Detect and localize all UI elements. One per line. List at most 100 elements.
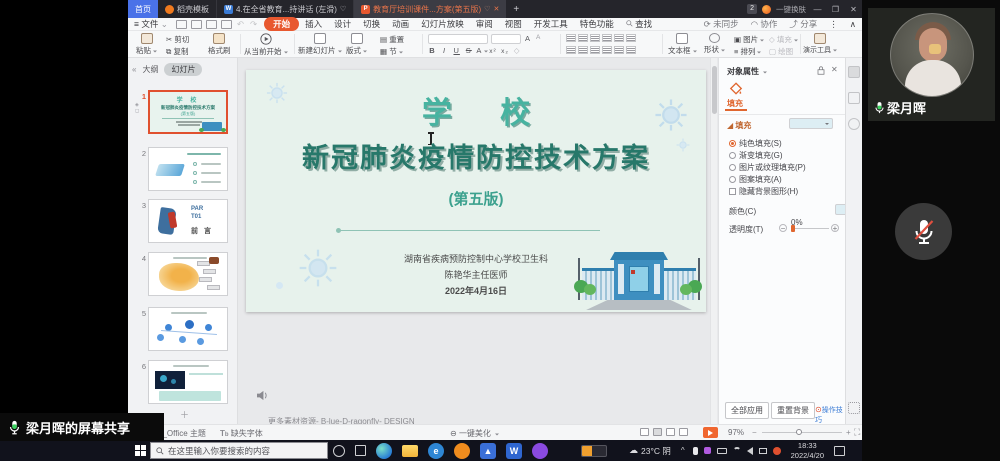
fill-tab[interactable]: 填充 — [727, 98, 743, 109]
align-right-icon[interactable] — [590, 46, 600, 54]
tray-battery-icon[interactable] — [717, 448, 727, 454]
bullet-list-icon[interactable] — [566, 34, 576, 42]
tray-red-app-icon[interactable] — [773, 447, 781, 455]
superscript-button[interactable]: x² — [488, 48, 497, 55]
app-icon-blue-round[interactable]: e — [428, 443, 444, 459]
reset-bg-button[interactable]: 重置背景 — [771, 402, 815, 419]
subscript-button[interactable]: x₂ — [501, 48, 510, 55]
taskbar-search[interactable]: 在这里输入你要搜索的内容 — [150, 442, 328, 459]
transparency-minus-button[interactable]: − — [779, 224, 787, 232]
share-button[interactable]: ⤴ 分享 — [783, 18, 823, 30]
picture-fill-radio[interactable]: 图片或纹理填充(P) — [729, 162, 806, 173]
italic-button[interactable]: I — [440, 46, 449, 55]
slide-thumbnail-6[interactable] — [148, 360, 228, 404]
line-spacing-icon[interactable] — [614, 34, 624, 42]
textbox-button[interactable]: 文本框 — [668, 33, 697, 56]
tray-mic-icon[interactable] — [693, 447, 698, 455]
ribbon-tab-insert[interactable]: 插入 — [299, 18, 328, 30]
tab-home[interactable]: 首页 — [128, 0, 158, 18]
cortana-icon[interactable] — [333, 445, 345, 457]
tray-app-icon[interactable] — [704, 447, 711, 454]
browser-icon[interactable] — [762, 5, 771, 14]
number-list-icon[interactable] — [578, 34, 588, 42]
layout-button[interactable]: 版式 — [346, 33, 367, 56]
undo-icon[interactable]: ↶ — [234, 19, 247, 30]
hide-bg-checkbox[interactable]: 隐藏背景图形(H) — [729, 186, 798, 197]
copy-button[interactable]: ⧉ 复制 — [166, 46, 188, 57]
scrollbar-thumb[interactable] — [712, 66, 717, 114]
ribbon-tab-dev[interactable]: 开发工具 — [528, 18, 574, 30]
cut-button[interactable]: ✂ 剪切 — [166, 34, 189, 45]
ribbon-tab-transition[interactable]: 切换 — [357, 18, 386, 30]
draw-button[interactable]: ▢ 绘图 — [769, 46, 793, 57]
format-painter-button[interactable]: 格式刷 — [208, 33, 231, 56]
strike-button[interactable]: S — [464, 46, 473, 55]
text-direction-icon[interactable] — [626, 34, 636, 42]
ribbon-tab-slideshow[interactable]: 幻灯片放映 — [415, 18, 470, 30]
pattern-fill-radio[interactable]: 图案填充(A) — [729, 174, 782, 185]
ribbon-tab-design[interactable]: 设计 — [328, 18, 357, 30]
maximize-button[interactable]: ❐ — [829, 5, 842, 14]
font-color-button[interactable]: A — [476, 46, 485, 55]
mute-button[interactable] — [895, 203, 952, 260]
tab-docer[interactable]: 稻壳模板 — [158, 0, 217, 18]
close-button[interactable]: ✕ — [847, 5, 860, 14]
current-slide[interactable]: 学 校 新冠肺炎疫情防控技术方案 (第五版) 湖南省疾病预防控制中心学校卫生科 … — [246, 70, 706, 312]
weather-cloud-icon[interactable]: ☁ — [629, 445, 638, 456]
reset-button[interactable]: ▤ 重置 — [380, 34, 404, 45]
fit-screen-icon[interactable]: ⛶ — [854, 427, 860, 438]
print-icon[interactable] — [191, 20, 202, 29]
ribbon-tab-review[interactable]: 审阅 — [470, 18, 499, 30]
zoom-slider-thumb[interactable] — [796, 429, 802, 435]
app-icon-orange[interactable] — [454, 443, 470, 459]
transparency-slider-thumb[interactable] — [791, 225, 795, 232]
ribbon-tab-view[interactable]: 视图 — [499, 18, 528, 30]
skin-label[interactable]: 一键换肤 — [776, 4, 806, 15]
tab-writer-doc[interactable]: W 4.在全省教育...持讲话 (左滑) ♡ — [217, 0, 354, 18]
zoom-slider[interactable] — [762, 432, 842, 433]
gradient-fill-radio[interactable]: 渐变填充(G) — [729, 150, 783, 161]
align-left-icon[interactable] — [566, 46, 576, 54]
sorter-view-icon[interactable] — [666, 428, 675, 436]
underline-button[interactable]: U — [452, 46, 461, 55]
section-button[interactable]: ▦ 节 — [380, 46, 403, 57]
app-grid-icon[interactable] — [848, 402, 860, 414]
font-family-select[interactable] — [428, 34, 488, 44]
fill-button[interactable]: ◇ 填充 — [769, 34, 798, 45]
tips-link[interactable]: ⊙操作技巧 — [815, 405, 845, 425]
apply-all-button[interactable]: 全部应用 — [725, 402, 769, 419]
collab-button[interactable]: ◠ 协作 — [745, 18, 784, 30]
properties-tab-icon[interactable] — [848, 66, 860, 78]
slide-thumbnail-1[interactable]: 学 校 新冠肺炎疫情防控技术方案 (第五版) — [148, 90, 228, 134]
zoom-level[interactable]: 97% — [728, 428, 744, 437]
action-center-icon[interactable] — [834, 446, 845, 456]
effects-tab-icon[interactable] — [848, 92, 860, 104]
slides-tab[interactable]: 幻灯片 — [164, 63, 202, 76]
ribbon-tab-animation[interactable]: 动画 — [386, 18, 415, 30]
columns-icon[interactable] — [614, 46, 624, 54]
minimize-button[interactable]: — — [811, 5, 824, 14]
task-view-icon[interactable] — [355, 445, 366, 456]
lock-icon[interactable] — [817, 66, 825, 75]
tray-network-icon[interactable] — [759, 448, 767, 454]
speaker-icon[interactable] — [256, 390, 269, 401]
transparency-slider[interactable] — [791, 228, 829, 229]
ribbon-tab-features[interactable]: 特色功能 — [574, 18, 620, 30]
solid-fill-radio[interactable]: 纯色填充(S) — [729, 138, 782, 149]
slide-thumbnail-2[interactable] — [148, 147, 228, 191]
tray-wifi-icon[interactable] — [733, 447, 741, 455]
bold-button[interactable]: B — [428, 46, 437, 55]
slide-title[interactable]: 学 校 — [246, 88, 706, 132]
slide-heading[interactable]: 新冠肺炎疫情防控技术方案 — [246, 136, 706, 175]
shape-button[interactable]: 形状 — [704, 33, 725, 55]
indent-decrease-icon[interactable] — [590, 34, 600, 42]
notes-view-icon[interactable] — [640, 428, 649, 436]
collapse-ribbon-icon[interactable]: ∧ — [844, 19, 862, 30]
add-slide-button[interactable]: ＋ — [180, 408, 192, 418]
ribbon-tab-home[interactable]: 开始 — [264, 17, 299, 31]
weather-text[interactable]: 23°C 阴 — [641, 445, 671, 457]
justify-icon[interactable] — [602, 46, 612, 54]
edge-icon[interactable] — [376, 443, 392, 459]
paste-button[interactable]: 粘贴 — [136, 33, 157, 56]
print-preview-icon[interactable] — [206, 20, 217, 29]
